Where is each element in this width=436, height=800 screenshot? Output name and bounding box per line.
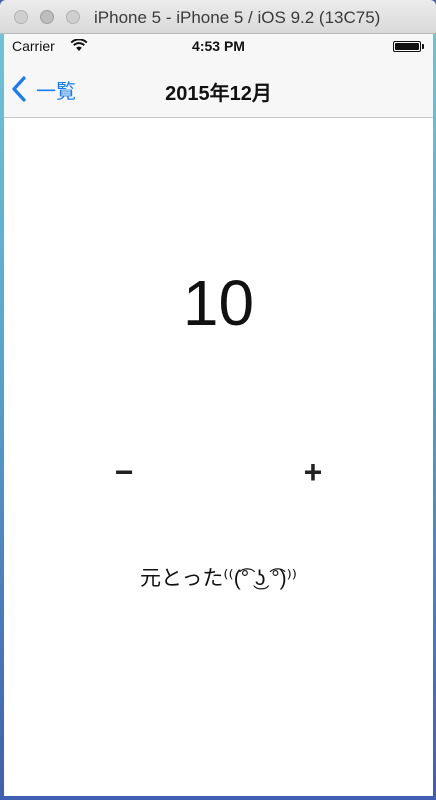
increment-button[interactable]: + [291,450,335,494]
navigation-bar: 一覧 2015年12月 [4,58,433,118]
status-time: 4:53 PM [192,38,245,54]
window-title: iPhone 5 - iPhone 5 / iOS 9.2 (13C75) [94,8,381,27]
decrement-button[interactable]: − [102,450,146,494]
minimize-window-button[interactable] [40,10,54,24]
status-message: 元とった⁽⁽(͡° ͜ʖ ͡°)⁾⁾ [140,567,297,590]
battery-icon [393,41,424,52]
counter-value: 10 [182,267,255,339]
window-titlebar: iPhone 5 - iPhone 5 / iOS 9.2 (13C75) [0,0,436,34]
simulator-window: iPhone 5 - iPhone 5 / iOS 9.2 (13C75) Ca… [0,0,436,800]
zoom-window-button[interactable] [66,10,80,24]
nav-title: 2015年12月 [165,83,272,105]
close-window-button[interactable] [14,10,28,24]
status-bar: Carrier 4:53 PM [4,34,433,58]
device-screen: Carrier 4:53 PM 一覧 2015年12月 10 − + 元とった⁽… [4,34,433,796]
